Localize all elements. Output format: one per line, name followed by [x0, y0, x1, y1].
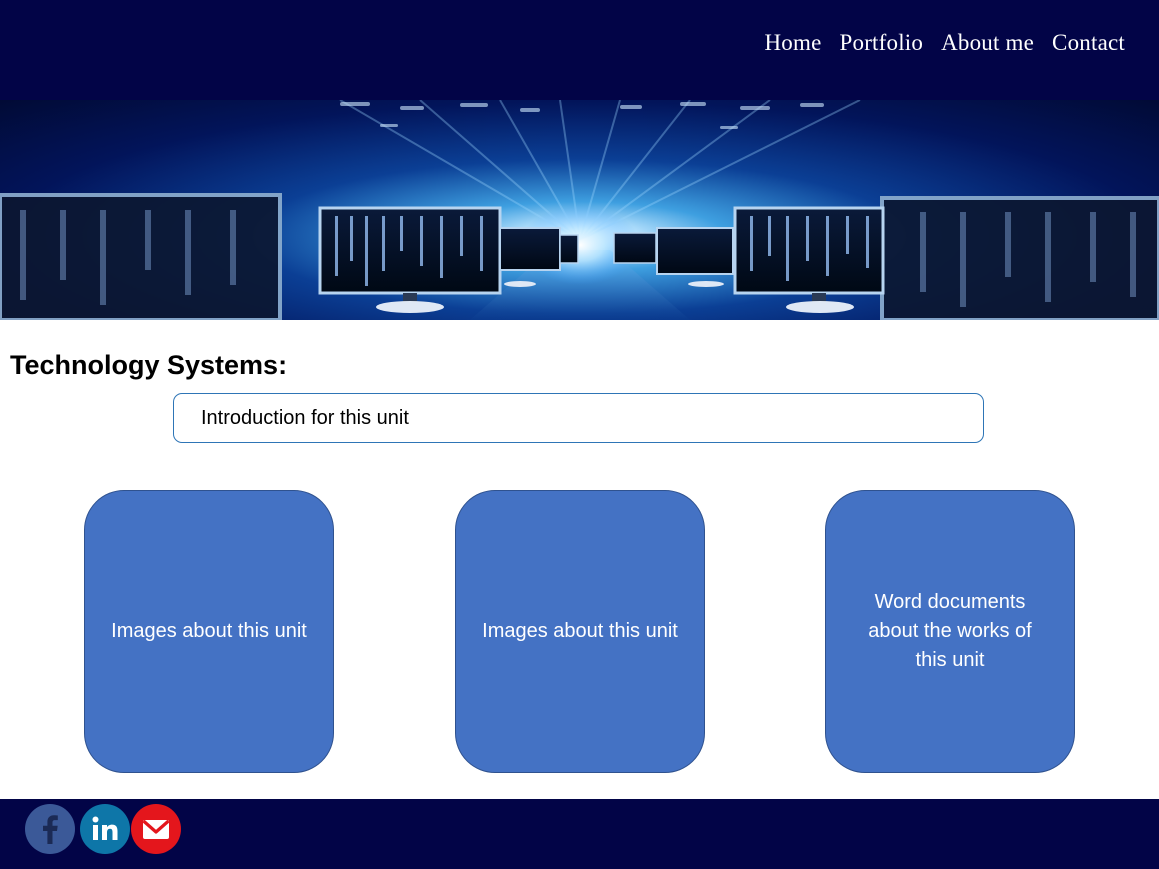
- nav-contact-link[interactable]: Contact: [1052, 30, 1125, 56]
- unit-images-card-2[interactable]: Images about this unit: [455, 490, 705, 773]
- email-icon[interactable]: [131, 804, 181, 854]
- intro-text: Introduction for this unit: [201, 407, 409, 429]
- facebook-icon[interactable]: [25, 804, 75, 854]
- card-label: Word documents about the works of this u…: [868, 591, 1032, 671]
- intro-box: Introduction for this unit: [173, 393, 984, 443]
- site-header: Home Portfolio About me Contact: [0, 0, 1159, 100]
- card-label: Images about this unit: [482, 620, 678, 642]
- nav-home-link[interactable]: Home: [764, 30, 821, 56]
- nav-portfolio-link[interactable]: Portfolio: [840, 30, 924, 56]
- hero-banner-image: [0, 100, 1159, 320]
- unit-images-card-1[interactable]: Images about this unit: [84, 490, 334, 773]
- card-label: Images about this unit: [111, 620, 307, 642]
- nav-about-link[interactable]: About me: [941, 30, 1034, 56]
- linkedin-icon[interactable]: [80, 804, 130, 854]
- main-nav: Home Portfolio About me Contact: [764, 30, 1125, 56]
- page-title: Technology Systems:: [10, 350, 288, 380]
- word-documents-card[interactable]: Word documents about the works of this u…: [825, 490, 1075, 773]
- site-footer: [0, 799, 1159, 869]
